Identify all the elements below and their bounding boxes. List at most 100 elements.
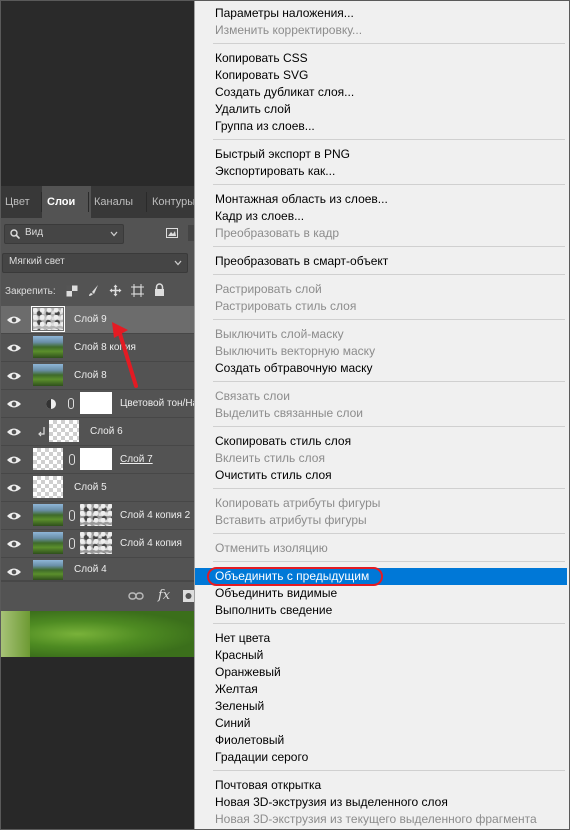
layer-thumbnail [33, 504, 63, 526]
menu-item: Копировать атрибуты фигуры [215, 496, 381, 510]
menu-item[interactable]: Создать обтравочную маску [195, 360, 567, 377]
menu-item[interactable]: Градации серого [195, 749, 567, 766]
menu-item[interactable]: Параметры наложения... [195, 5, 567, 22]
layer-name: Слой 5 [74, 482, 107, 493]
menu-item[interactable]: Объединить видимые [195, 585, 567, 602]
menu-item[interactable]: Фиолетовый [195, 732, 567, 749]
menu-item: Вклеить стиль слоя [215, 451, 325, 465]
menu-item: Выключить слой-маску [215, 327, 344, 341]
eye-icon[interactable] [6, 565, 22, 579]
eye-icon[interactable] [6, 369, 22, 383]
menu-separator [213, 381, 565, 382]
layer-thumbnail [31, 306, 65, 332]
chain-link-icon[interactable] [69, 454, 75, 465]
lock-row: Закрепить: [0, 278, 194, 306]
eye-icon[interactable] [6, 425, 22, 439]
menu-item[interactable]: Выполнить сведение [195, 602, 567, 619]
lock-artboard-icon[interactable] [131, 284, 144, 297]
menu-item[interactable]: Группа из слоев... [195, 118, 567, 135]
menu-item[interactable]: Новая 3D-экструзия из выделенного слоя [195, 794, 567, 811]
layer-row[interactable]: Слой 8 [0, 362, 194, 390]
menu-item[interactable]: Удалить слой [195, 101, 567, 118]
eye-icon[interactable] [6, 481, 22, 495]
layer-mask-thumbnail [80, 448, 112, 470]
menu-separator [213, 139, 565, 140]
menu-item[interactable]: Оранжевый [195, 664, 567, 681]
photoshop-window: Цвет Слои Каналы Контуры Вид Мягкий свет [0, 0, 570, 830]
menu-item[interactable]: Зеленый [195, 698, 567, 715]
image-filter-icon[interactable] [166, 228, 178, 238]
blend-mode-select[interactable]: Мягкий свет [2, 253, 188, 273]
eye-icon[interactable] [6, 537, 22, 551]
document-canvas-area [0, 0, 194, 186]
link-layers-icon[interactable] [128, 591, 144, 601]
layers-panel: Цвет Слои Каналы Контуры Вид Мягкий свет [0, 186, 195, 612]
menu-item[interactable]: Экспортировать как... [195, 163, 567, 180]
layer-thumbnail [33, 364, 63, 386]
layer-row[interactable]: Слой 5 [0, 474, 194, 502]
lock-transparent-pixels-icon[interactable] [66, 285, 78, 297]
layer-thumbnail [33, 448, 63, 470]
layer-name: Слой 4 копия 2 [120, 510, 191, 521]
search-icon [10, 229, 20, 239]
menu-item[interactable]: Копировать SVG [195, 67, 567, 84]
fx-icon[interactable]: fx [158, 588, 170, 603]
menu-item[interactable]: Почтовая открытка [195, 777, 567, 794]
eye-icon[interactable] [6, 313, 22, 327]
chain-link-icon[interactable] [69, 510, 75, 521]
blend-mode-row: Мягкий свет [0, 250, 194, 278]
layer-row[interactable]: Слой 8 копия [0, 334, 194, 362]
menu-item: Отменить изоляцию [215, 541, 328, 555]
red-highlight-oval [207, 567, 383, 586]
panel-tabs: Цвет Слои Каналы Контуры [0, 186, 195, 218]
lock-image-pixels-icon[interactable] [88, 284, 100, 297]
menu-item[interactable]: Быстрый экспорт в PNG [195, 146, 567, 163]
layer-row[interactable]: Слой 7 [0, 446, 194, 474]
blend-mode-value: Мягкий свет [9, 256, 65, 267]
eye-icon[interactable] [6, 341, 22, 355]
menu-item[interactable]: Скопировать стиль слоя [195, 433, 567, 450]
layer-name: Слой 7 [120, 454, 153, 465]
eye-icon[interactable] [6, 397, 22, 411]
filter-kind-select[interactable]: Вид [4, 224, 124, 244]
tab-color[interactable]: Цвет [0, 186, 45, 218]
layer-row[interactable]: Слой 9 [0, 306, 194, 334]
layer-row[interactable]: Цветовой тон/Насыщенность 1 [0, 390, 194, 418]
filter-kind-value: Вид [25, 227, 44, 238]
menu-separator [213, 488, 565, 489]
layer-thumbnail [33, 560, 63, 580]
eye-icon[interactable] [6, 509, 22, 523]
layer-row[interactable]: Слой 4 копия [0, 530, 194, 558]
lock-label: Закрепить: [5, 286, 56, 297]
menu-item[interactable]: Создать дубликат слоя... [195, 84, 567, 101]
add-mask-icon[interactable] [183, 590, 194, 602]
layer-row[interactable]: Слой 4 копия 2 [0, 502, 194, 530]
menu-item[interactable]: Кадр из слоев... [195, 208, 567, 225]
menu-separator [213, 246, 565, 247]
menu-separator [213, 533, 565, 534]
menu-item[interactable]: Монтажная область из слоев... [195, 191, 567, 208]
menu-item[interactable]: Синий [195, 715, 567, 732]
lock-position-icon[interactable] [109, 284, 122, 297]
eye-icon[interactable] [6, 453, 22, 467]
menu-item[interactable]: Преобразовать в смарт-объект [195, 253, 567, 270]
tab-channels[interactable]: Каналы [89, 186, 150, 218]
menu-item[interactable]: Очистить стиль слоя [195, 467, 567, 484]
menu-separator [213, 426, 565, 427]
menu-separator [213, 561, 565, 562]
layer-thumbnail [33, 532, 63, 554]
tab-paths[interactable]: Контуры [147, 186, 199, 218]
menu-item[interactable]: Красный [195, 647, 567, 664]
menu-item: Связать слои [215, 389, 290, 403]
menu-item[interactable]: Желтая [195, 681, 567, 698]
menu-item[interactable]: Копировать CSS [195, 50, 567, 67]
menu-item[interactable]: Нет цвета [195, 630, 567, 647]
layer-row[interactable]: Слой 6 [0, 418, 194, 446]
menu-item: Преобразовать в кадр [215, 226, 340, 240]
tab-layers[interactable]: Слои [42, 186, 91, 218]
chain-link-icon[interactable] [69, 538, 75, 549]
layer-row[interactable]: Слой 4 [0, 558, 194, 581]
lock-all-icon[interactable] [154, 283, 165, 297]
menu-separator [213, 623, 565, 624]
chain-link-icon[interactable] [68, 398, 74, 409]
